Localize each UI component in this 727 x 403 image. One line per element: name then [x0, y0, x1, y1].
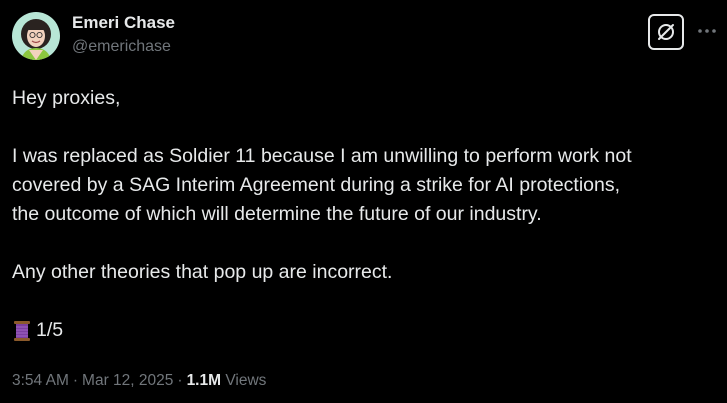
grok-icon	[658, 24, 674, 40]
thread-counter-line: 1/5	[12, 316, 717, 345]
grok-button[interactable]	[648, 14, 684, 50]
post-greeting: Hey proxies,	[12, 87, 121, 109]
post-closing: Any other theories that pop up are incor…	[12, 261, 393, 283]
post-body-line: the outcome of which will determine the …	[12, 203, 542, 225]
views-count: 1.1M	[186, 372, 222, 389]
meta-separator: ·	[177, 372, 183, 389]
spool-of-thread-icon	[14, 320, 30, 341]
post-body-line: covered by a SAG Interim Agreement durin…	[12, 174, 621, 196]
thread-counter: 1/5	[36, 319, 64, 341]
more-horizontal-icon	[698, 29, 716, 33]
post-meta: 3:54 AM · Mar 12, 2025 · 1.1M Views	[12, 370, 266, 392]
handle[interactable]: @emerichase	[72, 36, 175, 58]
display-name[interactable]: Emeri Chase	[72, 12, 175, 34]
meta-separator: ·	[72, 372, 79, 389]
more-button[interactable]	[696, 20, 718, 42]
avatar[interactable]	[12, 12, 60, 60]
post-text: Hey proxies, I was replaced as Soldier 1…	[12, 84, 717, 345]
avatar-image	[12, 12, 60, 60]
post-date[interactable]: Mar 12, 2025	[82, 372, 173, 389]
post: Emeri Chase @emerichase Hey proxies, I w…	[0, 0, 727, 403]
views-label: Views	[225, 372, 267, 389]
post-time[interactable]: 3:54 AM	[12, 372, 69, 389]
author-info: Emeri Chase @emerichase	[72, 12, 175, 58]
post-body-line: I was replaced as Soldier 11 because I a…	[12, 145, 632, 167]
